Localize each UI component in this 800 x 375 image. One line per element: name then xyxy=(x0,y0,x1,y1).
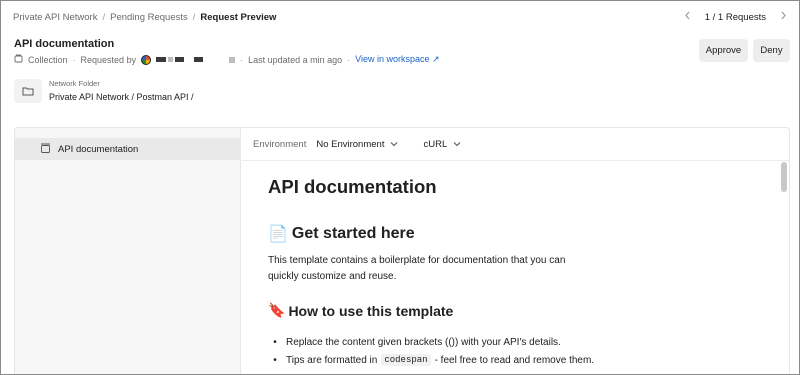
meta-dot: · xyxy=(347,54,351,65)
list-item-text-pre: Tips are formatted in xyxy=(286,354,378,366)
redacted-badge xyxy=(229,56,236,63)
section-get-started-heading: 📄 Get started here xyxy=(268,224,415,244)
request-meta: Collection · Requested by · Last updated… xyxy=(14,54,440,65)
breadcrumb-separator: / xyxy=(192,11,196,23)
request-type: Collection xyxy=(28,54,68,65)
documentation-content: API documentation 📄 Get started here Thi… xyxy=(242,162,779,374)
collection-icon xyxy=(14,54,23,65)
section-how-to-heading: 🔖 How to use this template xyxy=(268,302,453,319)
scrollbar-thumb[interactable] xyxy=(781,162,787,192)
collection-icon xyxy=(40,143,51,156)
language-value: cURL xyxy=(423,138,448,150)
request-preview-window: Private API Network / Pending Requests /… xyxy=(0,0,800,375)
section-heading-text: How to use this template xyxy=(288,302,454,319)
top-bar: Private API Network / Pending Requests /… xyxy=(1,1,799,33)
breadcrumb-private-api-network[interactable]: Private API Network xyxy=(13,12,97,23)
request-title: API documentation xyxy=(14,38,115,50)
network-folder-path: Private API Network / Postman API / xyxy=(49,92,194,102)
sidebar-item-api-documentation[interactable]: API documentation xyxy=(15,138,241,160)
doc-title: API documentation xyxy=(268,176,437,197)
section-heading-text: Get started here xyxy=(291,225,415,242)
how-to-list: Replace the content given brackets (()) … xyxy=(268,333,594,369)
bookmark-emoji-icon: 🔖 xyxy=(268,302,286,318)
sidebar: API documentation xyxy=(15,128,241,374)
breadcrumb-separator: / xyxy=(102,11,106,23)
redacted-name xyxy=(156,57,204,62)
list-item-text: Replace the content given brackets (()) … xyxy=(286,336,561,348)
section-get-started-body: This template contains a boilerplate for… xyxy=(268,255,566,282)
page-emoji-icon: 📄 xyxy=(268,226,288,243)
preview-panel: API documentation Environment No Environ… xyxy=(14,127,790,374)
last-updated-text: Last updated a min ago xyxy=(248,54,343,65)
avatar xyxy=(141,54,152,65)
meta-dot: · xyxy=(72,54,76,65)
chevron-left-icon[interactable] xyxy=(684,11,691,23)
view-in-workspace-link[interactable]: View in workspace ↗ xyxy=(355,54,439,65)
language-select[interactable]: cURL xyxy=(423,139,461,150)
list-item-text-post: - feel free to read and remove them. xyxy=(434,354,595,366)
sidebar-item-label: API documentation xyxy=(58,143,139,155)
breadcrumb-current: Request Preview xyxy=(200,11,277,23)
approve-button[interactable]: Approve xyxy=(699,39,748,62)
deny-button[interactable]: Deny xyxy=(753,39,790,62)
breadcrumb-pending-requests[interactable]: Pending Requests xyxy=(110,12,188,23)
environment-value: No Environment xyxy=(316,138,385,150)
pager-text: 1 / 1 Requests xyxy=(704,11,766,23)
list-item: Tips are formatted in codespan - feel fr… xyxy=(268,351,594,369)
requested-by-label: Requested by xyxy=(80,54,137,65)
environment-label: Environment xyxy=(253,138,307,150)
chevron-down-icon xyxy=(390,139,398,150)
folder-icon xyxy=(14,79,42,103)
breadcrumb: Private API Network / Pending Requests /… xyxy=(13,12,276,23)
codespan: codespan xyxy=(381,354,431,366)
chevron-down-icon xyxy=(453,139,461,150)
network-folder-label: Network Folder xyxy=(49,79,100,88)
request-pager: 1 / 1 Requests xyxy=(684,1,787,33)
scrollbar[interactable] xyxy=(779,162,789,374)
chevron-right-icon[interactable] xyxy=(780,11,787,23)
environment-select[interactable]: No Environment xyxy=(316,139,398,150)
meta-dot: · xyxy=(240,54,244,65)
list-item: Replace the content given brackets (()) … xyxy=(268,333,594,351)
environment-bar: Environment No Environment cURL xyxy=(242,128,789,161)
